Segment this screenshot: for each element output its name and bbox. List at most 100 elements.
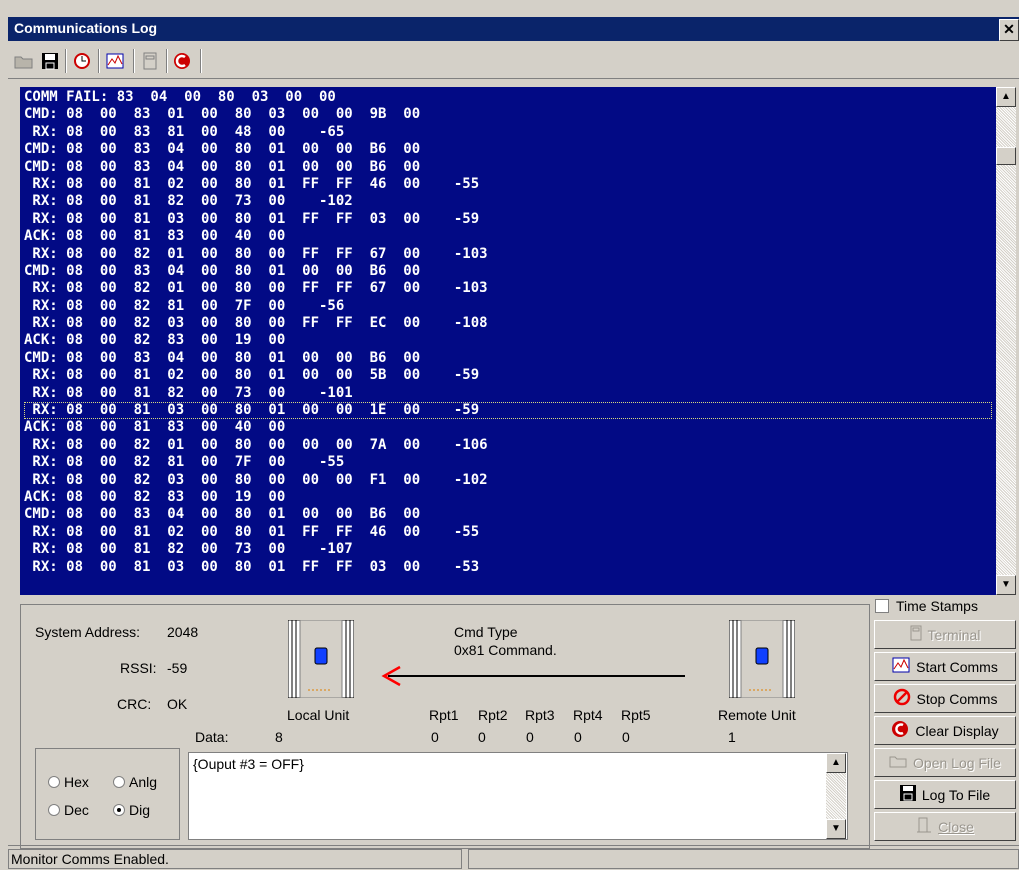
- data-value: 8: [275, 729, 283, 745]
- log-line[interactable]: RX: 08 00 81 02 00 80 01 00 00 5B 00 -59: [24, 367, 992, 384]
- radio-dig[interactable]: Dig: [113, 802, 150, 818]
- radio-anlg[interactable]: Anlg: [113, 774, 157, 790]
- message-text-area[interactable]: {Ouput #3 = OFF}: [188, 752, 848, 840]
- log-line[interactable]: CMD: 08 00 83 04 00 80 01 00 00 B6 00: [24, 263, 992, 280]
- data-label: Data:: [195, 729, 229, 745]
- log-line[interactable]: RX: 08 00 82 81 00 7F 00 -56: [24, 298, 992, 315]
- direction-arrow: [380, 664, 690, 691]
- log-line[interactable]: COMM FAIL: 83 04 00 80 03 00 00: [24, 89, 992, 106]
- terminal-button[interactable]: Terminal: [874, 620, 1016, 649]
- scroll-thumb[interactable]: [996, 147, 1016, 165]
- log-line[interactable]: RX: 08 00 82 01 00 80 00 FF FF 67 00 -10…: [24, 246, 992, 263]
- log-line[interactable]: CMD: 08 00 83 04 00 80 01 00 00 B6 00: [24, 506, 992, 523]
- save-disk-icon: [899, 785, 916, 804]
- clear-display-icon: [891, 720, 909, 741]
- log-line[interactable]: RX: 08 00 82 01 00 80 00 FF FF 67 00 -10…: [24, 280, 992, 297]
- log-line[interactable]: RX: 08 00 82 01 00 80 00 00 00 7A 00 -10…: [24, 437, 992, 454]
- terminal-button-label: Terminal: [927, 626, 981, 643]
- log-line[interactable]: RX: 08 00 81 03 00 80 01 FF FF 03 00 -59: [24, 211, 992, 228]
- terminal-icon: [910, 625, 922, 644]
- stop-comms-button[interactable]: Stop Comms: [874, 684, 1016, 713]
- clear-display-button[interactable]: Clear Display: [874, 716, 1016, 745]
- radio-dig-button[interactable]: [113, 804, 125, 816]
- rpt1-label: Rpt1: [429, 707, 459, 723]
- log-line[interactable]: CMD: 08 00 83 01 00 80 03 00 00 9B 00: [24, 106, 992, 123]
- rssi-label: RSSI:: [120, 660, 157, 676]
- crc-label: CRC:: [117, 696, 152, 712]
- log-line[interactable]: ACK: 08 00 81 83 00 40 00: [24, 419, 992, 436]
- log-line[interactable]: CMD: 08 00 83 04 00 80 01 00 00 B6 00: [24, 159, 992, 176]
- open-folder-icon[interactable]: [12, 49, 36, 73]
- radio-hex-label: Hex: [64, 774, 89, 790]
- remote-unit-label: Remote Unit: [718, 707, 796, 723]
- status-text: Monitor Comms Enabled.: [11, 851, 169, 867]
- log-line[interactable]: RX: 08 00 82 03 00 80 00 00 00 F1 00 -10…: [24, 472, 992, 489]
- toolbar: [8, 44, 1019, 79]
- scroll-down-button[interactable]: ▼: [996, 575, 1016, 595]
- log-line[interactable]: CMD: 08 00 83 04 00 80 01 00 00 B6 00: [24, 350, 992, 367]
- open-log-file-button[interactable]: Open Log File: [874, 748, 1016, 777]
- log-line[interactable]: RX: 08 00 82 81 00 7F 00 -55: [24, 454, 992, 471]
- toolbar-separator: [133, 49, 135, 73]
- log-line[interactable]: ACK: 08 00 82 83 00 19 00: [24, 332, 992, 349]
- radio-hex[interactable]: Hex: [48, 774, 89, 790]
- log-line[interactable]: ACK: 08 00 82 83 00 19 00: [24, 489, 992, 506]
- save-disk-icon[interactable]: [38, 49, 62, 73]
- close-window-button[interactable]: ✕: [999, 19, 1019, 41]
- radio-anlg-button[interactable]: [113, 776, 125, 788]
- toolbar-separator: [200, 49, 202, 73]
- log-line[interactable]: RX: 08 00 81 03 00 80 01 00 00 1E 00 -59: [24, 402, 992, 420]
- rpt1-value: 0: [431, 729, 439, 745]
- open-folder-icon: [889, 754, 907, 771]
- log-line[interactable]: RX: 08 00 81 02 00 80 01 FF FF 46 00 -55: [24, 176, 992, 193]
- format-radio-group: [35, 748, 180, 840]
- rpt3-label: Rpt3: [525, 707, 555, 723]
- log-line[interactable]: CMD: 08 00 83 04 00 80 01 00 00 B6 00: [24, 141, 992, 158]
- rpt5-label: Rpt5: [621, 707, 651, 723]
- chart-icon: [892, 657, 910, 676]
- status-panel-secondary: [468, 849, 1019, 869]
- toolbar-separator: [98, 49, 100, 73]
- clear-display-icon[interactable]: [170, 49, 194, 73]
- communications-log[interactable]: COMM FAIL: 83 04 00 80 03 00 00 CMD: 08 0…: [20, 87, 996, 595]
- message-scrollbar[interactable]: ▲ ▼: [826, 753, 846, 839]
- clock-icon[interactable]: [70, 49, 94, 73]
- log-line[interactable]: RX: 08 00 81 02 00 80 01 FF FF 46 00 -55: [24, 524, 992, 541]
- rpt2-label: Rpt2: [478, 707, 508, 723]
- message-text: {Ouput #3 = OFF}: [193, 756, 304, 772]
- rssi-value: -59: [167, 660, 188, 676]
- stop-comms-button-label: Stop Comms: [916, 690, 998, 707]
- log-line[interactable]: RX: 08 00 81 82 00 73 00 -107: [24, 541, 992, 558]
- log-scrollbar[interactable]: ▲ ▼: [996, 87, 1016, 595]
- log-line[interactable]: RX: 08 00 81 03 00 80 01 FF FF 03 00 -53: [24, 559, 992, 576]
- radio-dec-label: Dec: [64, 802, 89, 818]
- log-line[interactable]: RX: 08 00 81 82 00 73 00 -102: [24, 193, 992, 210]
- rpt3-value: 0: [526, 729, 534, 745]
- log-to-file-button[interactable]: Log To File: [874, 780, 1016, 809]
- log-line[interactable]: RX: 08 00 83 81 00 48 00 -65: [24, 124, 992, 141]
- radio-dig-label: Dig: [129, 802, 151, 818]
- time-stamps-checkbox[interactable]: [875, 599, 889, 613]
- window-title: Communications Log: [14, 20, 158, 36]
- terminal-icon[interactable]: [138, 49, 162, 73]
- message-scroll-down-button[interactable]: ▼: [826, 819, 846, 839]
- log-line[interactable]: RX: 08 00 82 03 00 80 00 FF FF EC 00 -10…: [24, 315, 992, 332]
- toolbar-separator: [65, 49, 67, 73]
- radio-dec[interactable]: Dec: [48, 802, 89, 818]
- close-button[interactable]: Close: [874, 812, 1016, 841]
- radio-hex-button[interactable]: [48, 776, 60, 788]
- rpt4-value: 0: [574, 729, 582, 745]
- remote-unit-icon: [728, 619, 796, 701]
- crc-value: OK: [167, 696, 188, 712]
- message-scroll-up-button[interactable]: ▲: [826, 753, 846, 773]
- local-unit-label: Local Unit: [287, 707, 350, 723]
- time-stamps-label: Time Stamps: [896, 598, 978, 614]
- chart-icon[interactable]: [103, 49, 127, 73]
- status-panel: Monitor Comms Enabled.: [8, 849, 462, 869]
- log-line[interactable]: ACK: 08 00 81 83 00 40 00: [24, 228, 992, 245]
- scroll-up-button[interactable]: ▲: [996, 87, 1016, 107]
- log-line[interactable]: RX: 08 00 81 82 00 73 00 -101: [24, 385, 992, 402]
- start-comms-button[interactable]: Start Comms: [874, 652, 1016, 681]
- radio-dec-button[interactable]: [48, 804, 60, 816]
- rpt4-label: Rpt4: [573, 707, 603, 723]
